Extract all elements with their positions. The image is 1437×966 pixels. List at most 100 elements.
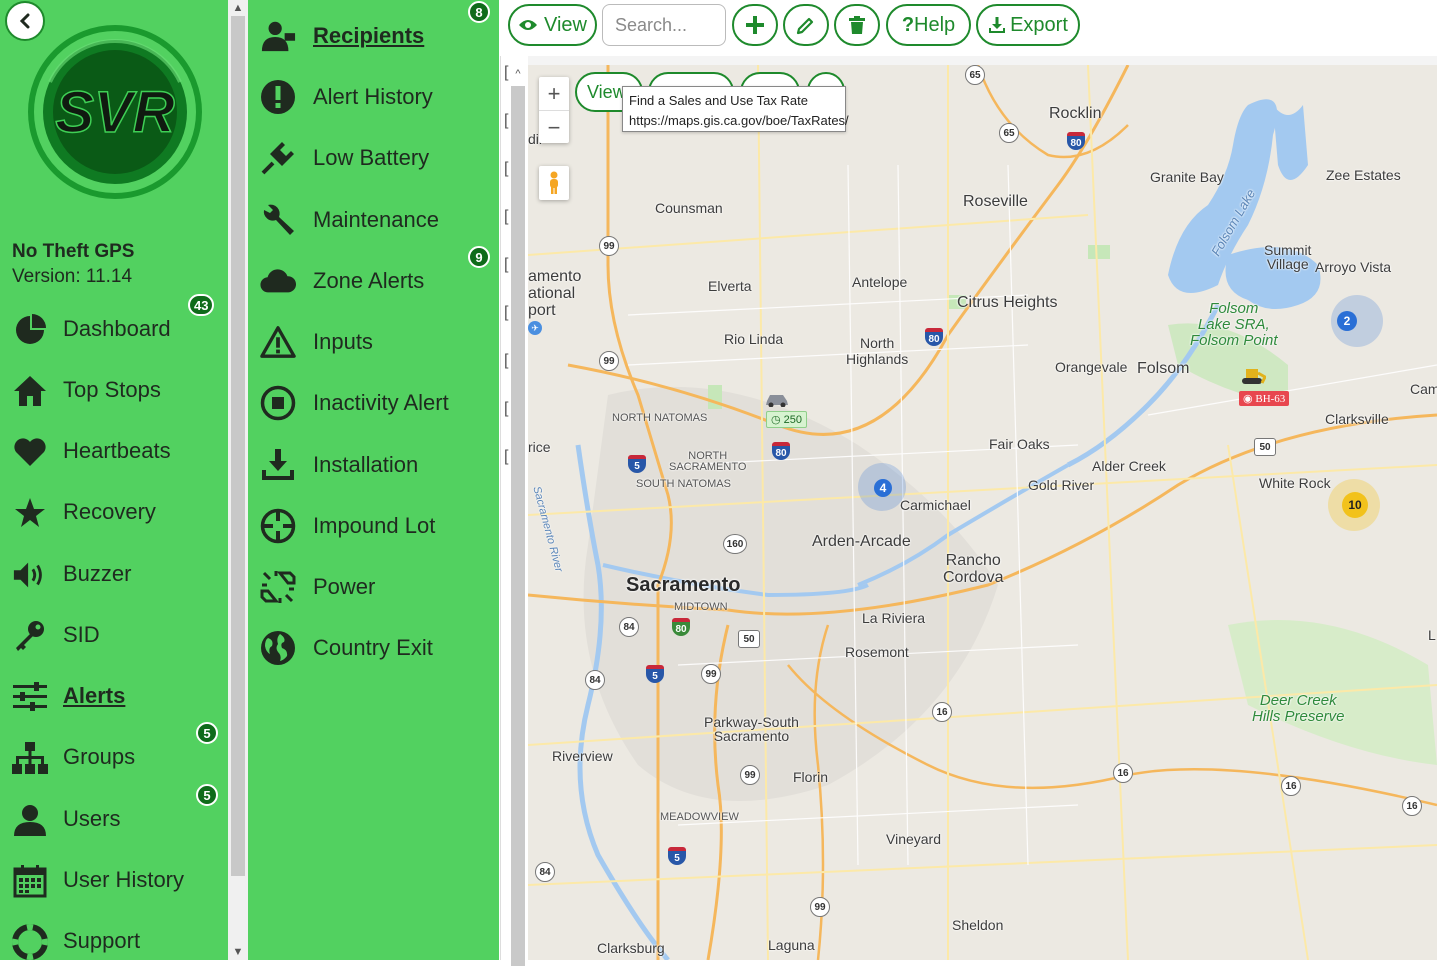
cloud-icon [260, 263, 296, 299]
row-bracket: [ [504, 256, 509, 273]
sidebar-item-heartbeats[interactable]: Heartbeats [0, 426, 228, 478]
map-cluster-marker[interactable]: 10 [1342, 492, 1368, 518]
help-button-label: Help [914, 13, 956, 36]
place-label: Clarksville [1325, 411, 1389, 427]
star-icon [12, 495, 48, 531]
sidebar-item-user-history[interactable]: User History [0, 855, 228, 907]
highway-shield: 99 [740, 765, 760, 785]
scroll-up-icon[interactable]: ^ [511, 66, 525, 82]
highway-shield: 99 [599, 351, 619, 371]
highway-shield: 99 [701, 664, 721, 684]
car-icon[interactable] [764, 391, 790, 408]
globe-icon [260, 630, 296, 666]
highway-shield: 84 [619, 617, 639, 637]
add-button[interactable] [732, 4, 778, 46]
place-label: Antelope [852, 274, 908, 290]
main-sidebar: SVR No Theft GPS Version: 11.14 Dashboar… [0, 0, 228, 960]
alerts-item-recipients[interactable]: Recipients [248, 10, 499, 62]
alerts-item-alert-history[interactable]: Alert History [248, 71, 499, 123]
table-gutter: [ [ [ [ [ [ [ [ [ ^ [500, 56, 529, 966]
row-bracket: [ [504, 400, 509, 417]
tax-rate-tooltip: Find a Sales and Use Tax Rate https://ma… [622, 86, 849, 132]
sidebar-item-label: Recovery [63, 499, 156, 524]
alerts-item-country-exit[interactable]: Country Exit [248, 622, 499, 674]
highway-shield: 16 [1281, 776, 1301, 796]
row-bracket: [ [504, 112, 509, 129]
highway-shield: 160 [723, 534, 747, 554]
map-cluster-marker[interactable]: 4 [874, 479, 892, 497]
export-button[interactable]: Export [976, 4, 1080, 46]
sidebar-item-label: Heartbeats [63, 438, 171, 463]
highway-shield: 84 [535, 862, 555, 882]
sidebar-item-alerts[interactable]: Alerts [0, 671, 228, 723]
svr-logo: SVR [20, 22, 210, 212]
row-bracket: [ [504, 160, 509, 177]
scroll-up-icon[interactable]: ▲ [228, 0, 248, 16]
sidebar-item-top-stops[interactable]: Top Stops [0, 365, 228, 417]
place-label: Granite Bay [1150, 169, 1224, 185]
zoom-in-button[interactable]: + [539, 77, 569, 110]
street-view-pegman-icon[interactable] [539, 166, 569, 200]
sliders-icon [12, 679, 48, 715]
highway-shield: 80 [1067, 132, 1085, 150]
svg-text:SVR: SVR [55, 80, 174, 145]
sidebar-item-support[interactable]: Support [0, 916, 228, 960]
app-version: Version: 11.14 [12, 266, 133, 287]
place-label: NORTH SACRAMENTO [669, 450, 747, 473]
scroll-down-icon[interactable]: ▼ [228, 944, 248, 960]
place-label: NORTH NATOMAS [612, 412, 708, 424]
help-button[interactable]: ? Help [886, 4, 971, 46]
alerts-item-inactivity-alert[interactable]: Inactivity Alert [248, 377, 499, 429]
vehicle-label: ◷ 250 [766, 411, 808, 428]
highway-shield: 80 [925, 328, 943, 346]
sidebar-item-recovery[interactable]: Recovery [0, 487, 228, 539]
place-label: Arden-Arcade [812, 533, 911, 550]
edit-button[interactable] [783, 4, 829, 46]
unplug-icon [260, 569, 296, 605]
highway-shield: 65 [999, 123, 1019, 143]
alerts-item-low-battery[interactable]: Low Battery [248, 132, 499, 184]
sidebar-item-label: Alerts [63, 683, 126, 708]
alerts-item-label: Maintenance [313, 207, 439, 232]
recipients-toolbar: View ? Help Export [500, 0, 1437, 57]
sidebar-item-label: Dashboard [63, 316, 171, 341]
alerts-item-inputs[interactable]: Inputs [248, 316, 499, 368]
alerts-item-impound-lot[interactable]: Impound Lot [248, 500, 499, 552]
alerts-item-power[interactable]: Power [248, 561, 499, 613]
home-icon [12, 373, 48, 409]
sidebar-item-buzzer[interactable]: Buzzer [0, 549, 228, 601]
zoom-out-button[interactable]: − [539, 110, 569, 144]
place-label: Arroyo Vista [1315, 259, 1391, 275]
sidebar-item-groups[interactable]: Groups [0, 732, 228, 784]
view-button-label: View [544, 13, 587, 36]
pencil-icon [796, 17, 814, 35]
alerts-item-installation[interactable]: Installation [248, 439, 499, 491]
map-cluster-marker[interactable]: 2 [1337, 311, 1357, 331]
key-icon [12, 618, 48, 654]
place-label: Parkway-South Sacramento [704, 714, 799, 744]
place-label: Fair Oaks [989, 436, 1050, 452]
sidebar-item-users[interactable]: Users [0, 794, 228, 846]
delete-button[interactable] [834, 4, 880, 46]
scrollbar-thumb[interactable] [231, 16, 245, 876]
alerts-item-zone-alerts[interactable]: Zone Alerts [248, 255, 499, 307]
alerts-item-maintenance[interactable]: Maintenance [248, 194, 499, 246]
table-scrollbar[interactable] [511, 86, 525, 966]
bulldozer-icon[interactable] [1240, 365, 1267, 387]
sidebar-item-label: User History [63, 867, 185, 892]
alerts-item-label: Inputs [313, 329, 373, 354]
place-label: Riverview [552, 748, 613, 764]
sidebar-scrollbar[interactable]: ▲ ▼ [228, 0, 248, 960]
place-label: Rancho Cordova [943, 552, 1004, 586]
map-canvas[interactable]: Rocklin Granite Bay Zee Estates Rosevill… [528, 65, 1437, 960]
place-label: Zee Estates [1326, 167, 1401, 183]
search-input[interactable] [602, 4, 726, 46]
highway-shield: 80 [672, 618, 690, 636]
eye-icon [519, 20, 537, 30]
view-button[interactable]: View [508, 4, 597, 46]
zoom-control: + − [539, 77, 569, 143]
row-bracket: [ [504, 448, 509, 465]
sidebar-item-sid[interactable]: SID [0, 610, 228, 662]
device-label: ◉ BH-63 [1239, 391, 1290, 406]
sitemap-icon [12, 740, 48, 776]
